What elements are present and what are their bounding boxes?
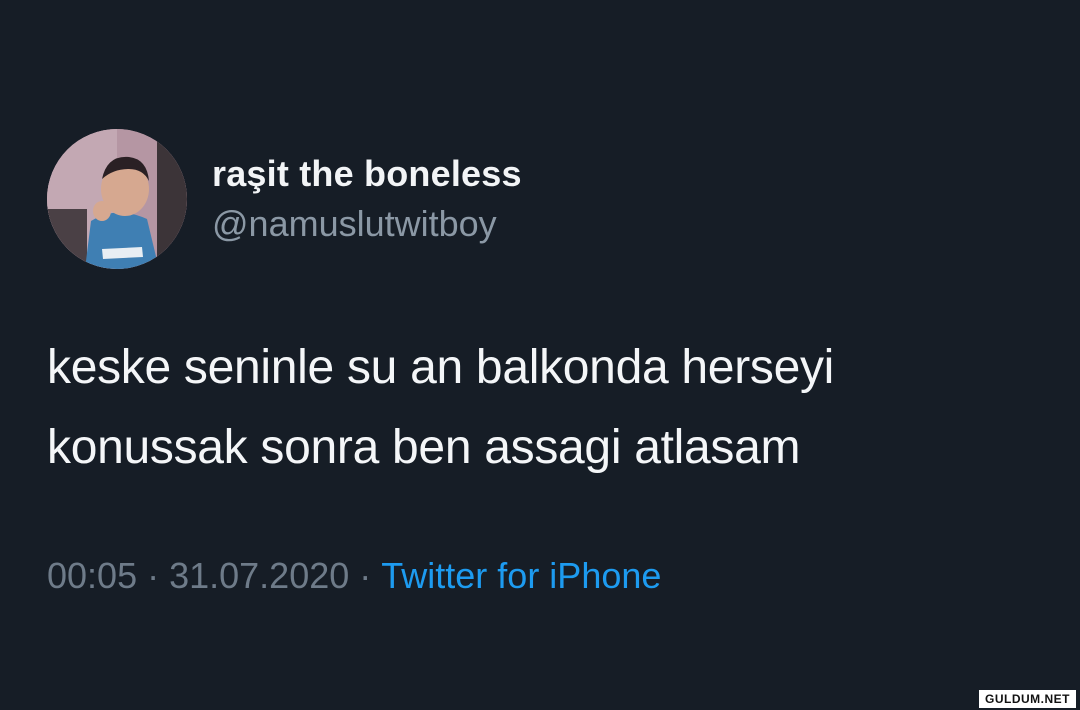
tweet-card: raşit the boneless @namuslutwitboy keske… <box>0 0 1080 710</box>
meta-separator: · <box>359 555 372 596</box>
watermark: GULDUM.NET <box>979 690 1076 708</box>
profile-photo-icon <box>47 129 187 269</box>
tweet-date[interactable]: 31.07.2020 <box>169 555 349 596</box>
tweet-time[interactable]: 00:05 <box>47 555 137 596</box>
tweet-text-line: konussak sonra ben assagi atlasam <box>47 421 801 474</box>
avatar[interactable] <box>47 129 187 269</box>
display-name[interactable]: raşit the boneless <box>212 153 522 195</box>
tweet-text-line: keske seninle su an balkonda herseyi <box>47 341 835 394</box>
tweet-source-link[interactable]: Twitter for iPhone <box>381 555 661 596</box>
meta-separator: · <box>147 555 160 596</box>
tweet-text: keske seninle su an balkonda herseyi kon… <box>47 328 1047 488</box>
tweet-meta: 00:05 · 31.07.2020 · Twitter for iPhone <box>47 555 661 597</box>
username-handle[interactable]: @namuslutwitboy <box>212 203 497 245</box>
